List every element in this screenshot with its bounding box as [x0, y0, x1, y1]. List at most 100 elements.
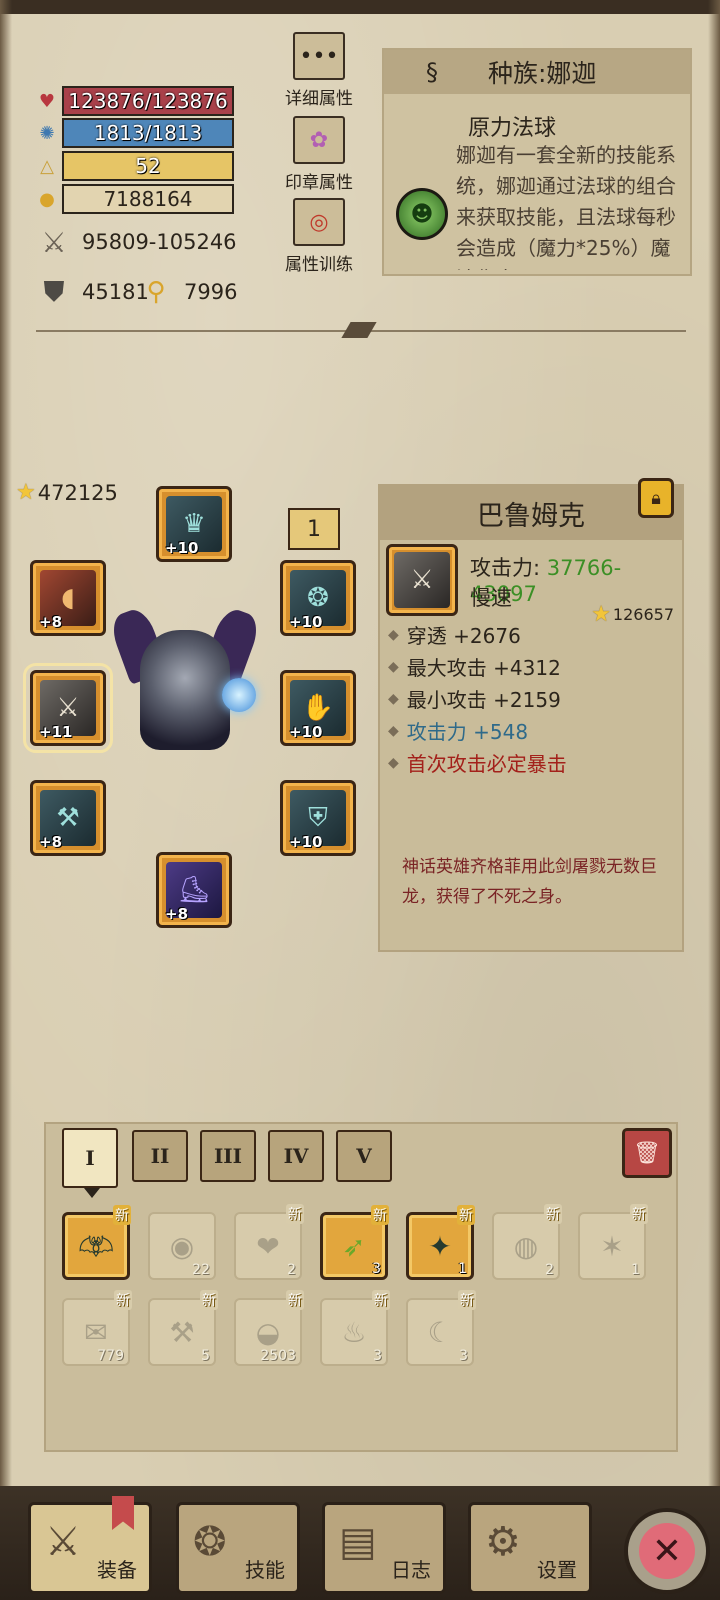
inventory-tab-2[interactable]: II [132, 1130, 188, 1182]
item-attack-label: 攻击力: [470, 556, 547, 580]
hammer-icon: ⚒ [169, 1315, 195, 1349]
item-count: 22 [192, 1262, 210, 1278]
attack-value: 95809-105246 [82, 230, 237, 254]
mp-stat: ✺ 1813/1813 [34, 118, 234, 148]
bat-icon: 🦇︎ [78, 1229, 114, 1263]
item-count: 2 [287, 1262, 296, 1278]
helmet-slot[interactable]: ♛ +10 [156, 486, 232, 562]
inventory-item[interactable]: ❤ 2 新 [234, 1204, 304, 1280]
level-icon: △ [40, 155, 54, 177]
new-badge: 新 [286, 1204, 304, 1224]
inventory-item[interactable]: ◒ 2503 新 [234, 1290, 304, 1366]
inventory-item[interactable]: ✶ 1 新 [578, 1204, 648, 1280]
detail-attributes-label: 详细属性 [285, 89, 353, 109]
item-attr: ◆ 最大攻击 +4312 [388, 652, 561, 681]
axe-icon: ⚔ [45, 1519, 81, 1565]
inventory-item[interactable]: ☾ 3 新 [406, 1290, 476, 1366]
nav-settings-button[interactable]: ⚙ 设置 [468, 1502, 592, 1594]
item-name: 巴鲁姆克 [380, 486, 682, 540]
new-badge: 新 [458, 1290, 476, 1310]
trash-icon[interactable]: 🗑︎ [622, 1128, 672, 1178]
item-count: 3 [459, 1348, 468, 1364]
inventory-item[interactable]: ⚒ 5 新 [148, 1290, 218, 1366]
diamond-bullet-icon: ◆ [388, 690, 399, 707]
item-count: 3 [373, 1348, 382, 1364]
item-attr: ◆ 穿透 +2676 [388, 620, 521, 649]
inventory-item[interactable]: ➶ 3 新 [320, 1205, 389, 1280]
item-attr-text: 攻击力 +548 [406, 720, 529, 744]
attribute-training-button[interactable]: ◎ 属性训练 [274, 198, 364, 275]
target-icon: ◎ [293, 198, 345, 246]
horn-icon: ➶ [342, 1229, 366, 1263]
skill-rune-icon: ❂ [193, 1519, 227, 1565]
boots-slot[interactable]: ⛸ +8 [156, 852, 232, 928]
top-border [0, 0, 720, 14]
detail-attributes-button[interactable]: ••• 详细属性 [274, 32, 364, 109]
sword-icon: ⚔ [394, 552, 450, 608]
bracer-slot[interactable]: ⚒ +8 [30, 780, 106, 856]
item-count: 1 [458, 1261, 467, 1277]
inventory-tab-1[interactable]: I [62, 1128, 118, 1198]
new-badge: 新 [371, 1205, 389, 1225]
race-header: § 种族:娜迦 [384, 50, 690, 94]
new-badge: 新 [544, 1204, 562, 1224]
inventory-item[interactable]: 🦇︎ 新 [62, 1205, 131, 1280]
total-power-value: 472125 [37, 480, 118, 505]
inventory-item[interactable]: ✉ 779 新 [62, 1290, 132, 1366]
necklace-slot[interactable]: ❂ +10 [280, 560, 356, 636]
inventory-item[interactable]: ◉ 22 [148, 1212, 216, 1280]
right-border [708, 0, 720, 1600]
diamond-bullet-icon: ◆ [388, 626, 399, 643]
nav-settings-label: 设置 [537, 1558, 577, 1582]
level-stat: △ 52 [34, 151, 234, 181]
shoulder-slot[interactable]: ◖ +8 [30, 560, 106, 636]
gold-stat: ● 7188164 [34, 184, 234, 214]
nav-log-button[interactable]: ▤ 日志 [322, 1502, 446, 1594]
inventory-tab-4[interactable]: IV [268, 1130, 324, 1182]
new-badge: 新 [114, 1290, 132, 1310]
lock-icon[interactable]: 🔒︎ [638, 478, 674, 518]
hero-character [107, 600, 263, 780]
slot-enhance-level: +8 [39, 613, 63, 631]
nav-skill-button[interactable]: ❂ 技能 [176, 1502, 300, 1594]
diamond-bullet-icon: ◆ [388, 754, 399, 771]
hp-stat: ♥ 123876/123876 [34, 86, 234, 116]
naga-icon: ☻ [396, 188, 448, 240]
slot-enhance-level: +10 [289, 723, 323, 741]
gold-icon: ● [39, 188, 55, 210]
slot-enhance-level: +10 [289, 613, 323, 631]
scroll-icon: ✉ [84, 1315, 108, 1349]
nav-equip-label: 装备 [97, 1558, 137, 1582]
diamond-bullet-icon: ◆ [388, 658, 399, 675]
inventory-tab-3[interactable]: III [200, 1130, 256, 1182]
crossed-swords-icon: ⚔ [41, 225, 67, 259]
close-button[interactable]: ✕ [624, 1508, 710, 1594]
slot-enhance-level: +8 [165, 905, 189, 923]
snake-icon: § [426, 58, 438, 86]
slot-enhance-level: +8 [39, 833, 63, 851]
seal-attributes-button[interactable]: ✿ 印章属性 [274, 116, 364, 193]
attack-stat: ⚔ 95809-105246 [36, 224, 237, 260]
hero-body [140, 630, 230, 750]
slot-enhance-level: +11 [39, 723, 73, 741]
nav-skill-label: 技能 [245, 1558, 285, 1582]
item-count: 2 [545, 1262, 554, 1278]
heart-shard-icon: ❤ [256, 1229, 280, 1263]
slot-enhance-level: +10 [165, 539, 199, 557]
equipment-page-button[interactable]: 1 [288, 508, 340, 550]
inventory-item[interactable]: ♨ 3 新 [320, 1290, 390, 1366]
gloves-slot[interactable]: ✋ +10 [280, 670, 356, 746]
item-attr-text: 最小攻击 +2159 [406, 688, 561, 712]
inventory-item[interactable]: ✦ 1 新 [406, 1205, 475, 1280]
item-attr-text: 最大攻击 +4312 [406, 656, 561, 680]
claw-icon: ✦ [428, 1229, 452, 1263]
inventory-item[interactable]: ◍ 2 新 [492, 1204, 562, 1280]
armor-slot[interactable]: ⛨ +10 [280, 780, 356, 856]
weapon-slot[interactable]: ⚔ +11 [23, 663, 113, 753]
nav-log-label: 日志 [391, 1558, 431, 1582]
flame-icon: ♨ [341, 1315, 367, 1349]
bowl-icon: ◒ [255, 1315, 281, 1349]
potion-stat: ⚲ 7996 [138, 274, 237, 310]
race-panel[interactable]: § 种族:娜迦 原力法球 娜迦有一套全新的技能系统，娜迦通过法球的组合来获取技能… [382, 48, 692, 276]
inventory-tab-5[interactable]: V [336, 1130, 392, 1182]
